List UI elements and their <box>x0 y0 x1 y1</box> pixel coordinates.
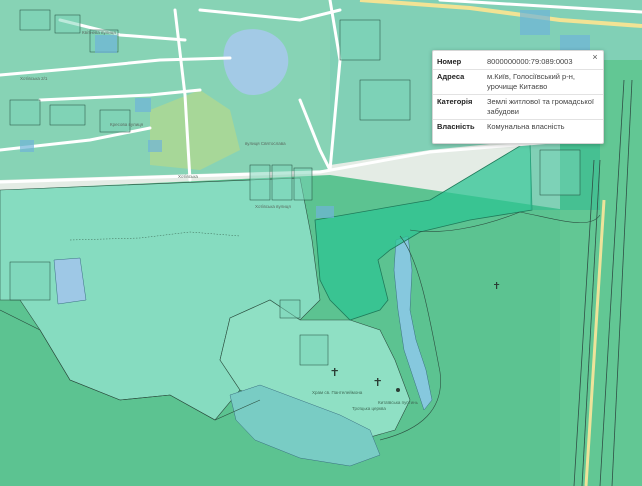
poi-label-2: Китаївська пустинь <box>378 400 419 405</box>
cadastral-map[interactable]: Хотівська Хотівська вулиця Квітнева вули… <box>0 0 642 486</box>
info-key: Категорія <box>433 94 483 120</box>
info-value: Комунальна власність <box>483 119 603 134</box>
street-label-6: Хотівська 2/1 <box>20 76 48 81</box>
parcel-info-table: Номер 8000000000:79:089:0003 Адреса м.Ки… <box>433 55 603 134</box>
pond-left <box>53 257 87 305</box>
info-key: Адреса <box>433 69 483 95</box>
info-row-number: Номер 8000000000:79:089:0003 <box>433 55 603 70</box>
info-value: 8000000000:79:089:0003 <box>487 57 573 66</box>
street-label-4: вулиця Святослава <box>245 141 286 146</box>
street-label-3: Квітнева вулиця <box>82 30 116 35</box>
info-value: м.Київ, Голосіївський р-н, урочище Китає… <box>483 69 603 95</box>
info-row-category: Категорія Землі житлової та громадської … <box>433 94 603 120</box>
info-value: Землі житлової та громадської забудови <box>483 94 603 120</box>
close-icon[interactable]: × <box>590 52 600 62</box>
info-key: Власність <box>433 119 483 134</box>
parcel-info-popup: × Номер 8000000000:79:089:0003 Адреса м.… <box>432 50 604 144</box>
street-label-5: Кресова вулиця <box>110 122 144 127</box>
street-label-2: Хотівська вулиця <box>255 204 291 209</box>
street-label-1: Хотівська <box>178 174 198 179</box>
info-row-address: Адреса м.Київ, Голосіївський р-н, урочищ… <box>433 69 603 95</box>
info-row-ownership: Власність Комунальна власність <box>433 119 603 134</box>
info-key: Номер <box>437 57 462 66</box>
poi-label-3: Троїцька церква <box>352 406 386 411</box>
poi-label-1: Храм св. Пантелеймона <box>312 389 363 395</box>
